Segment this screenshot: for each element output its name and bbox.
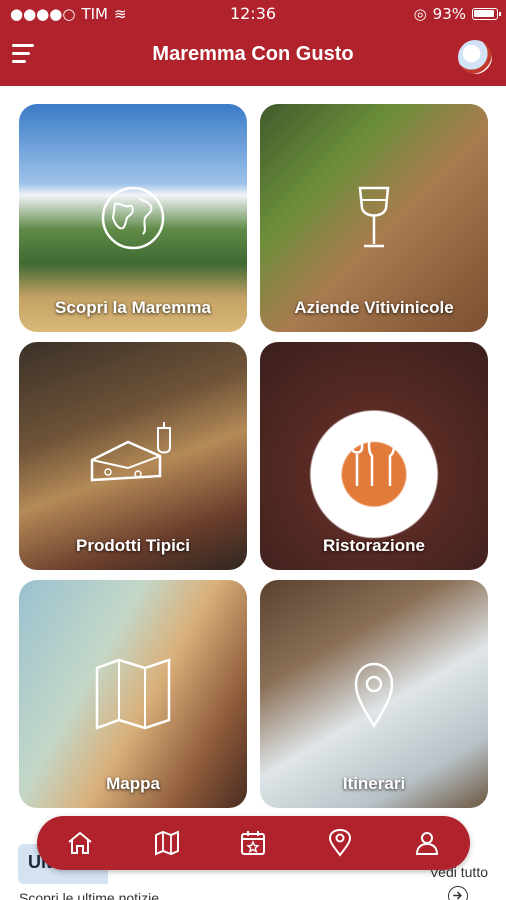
tile-label: Itinerari (342, 774, 406, 793)
location-pin-icon (354, 662, 394, 729)
map-icon (95, 658, 171, 730)
app-title: Maremma Con Gusto (152, 43, 354, 65)
tile-label: Mappa (106, 774, 160, 793)
tile-ristorazione[interactable]: Ristorazione (260, 342, 488, 570)
nav-places-button[interactable] (320, 823, 360, 863)
nav-map-button[interactable] (147, 823, 187, 863)
arrow-right-icon[interactable] (448, 886, 468, 900)
tile-itinerari[interactable]: Itinerari (260, 580, 488, 808)
battery-icon (472, 8, 501, 20)
globe-icon (101, 186, 165, 250)
tile-prodotti-tipici[interactable]: Prodotti Tipici (19, 342, 247, 570)
tile-label: Scopri la Maremma (55, 298, 211, 317)
wine-glass-icon (358, 186, 390, 248)
nav-profile-button[interactable] (407, 823, 447, 863)
calendar-star-icon (241, 831, 266, 855)
user-icon (415, 832, 438, 855)
bottom-nav (37, 816, 470, 870)
tile-scopri-maremma[interactable]: Scopri la Maremma (19, 104, 247, 332)
tile-label: Prodotti Tipici (76, 536, 190, 555)
main-content: Scopri la Maremma Aziende Vitivinicole P… (0, 86, 506, 900)
status-bar: ●●●●○ TIM ≋ 12:36 ◎ 93% (0, 0, 506, 28)
home-icon (68, 831, 92, 854)
location-pin-icon (329, 829, 352, 857)
battery-percent: 93% (432, 5, 466, 23)
map-icon (154, 830, 179, 856)
app-bar: Maremma Con Gusto (0, 28, 506, 86)
news-section-subtitle: Scopri le ultime notizie (19, 890, 160, 900)
app-logo[interactable] (458, 40, 492, 74)
status-right: ◎ 93% (413, 5, 501, 23)
tile-label: Ristorazione (322, 536, 426, 555)
cheese-icon (90, 422, 171, 482)
tile-aziende-vitivinicole[interactable]: Aziende Vitivinicole (260, 104, 488, 332)
nav-home-button[interactable] (60, 823, 100, 863)
tile-mappa[interactable]: Mappa (19, 580, 247, 808)
nav-events-button[interactable] (233, 823, 273, 863)
plate-cutlery-icon (350, 429, 396, 486)
tile-label: Aziende Vitivinicole (294, 298, 454, 317)
alarm-icon: ◎ (413, 5, 427, 23)
